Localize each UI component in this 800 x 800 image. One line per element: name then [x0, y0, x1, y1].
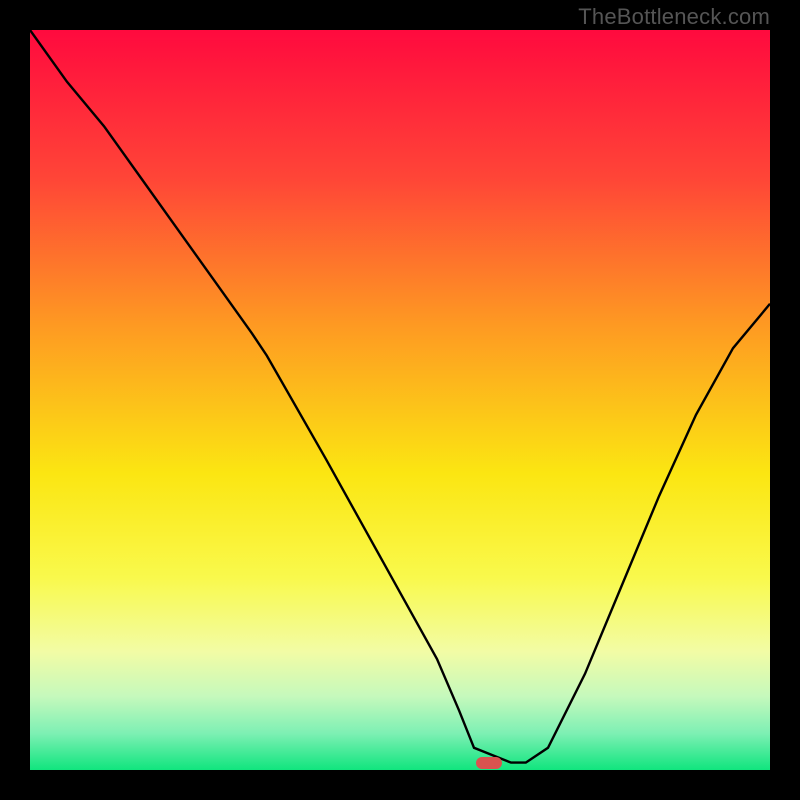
optimal-marker	[476, 757, 502, 769]
chart-frame: TheBottleneck.com	[0, 0, 800, 800]
bottleneck-chart	[30, 30, 770, 770]
watermark-text: TheBottleneck.com	[578, 4, 770, 30]
gradient-background	[30, 30, 770, 770]
